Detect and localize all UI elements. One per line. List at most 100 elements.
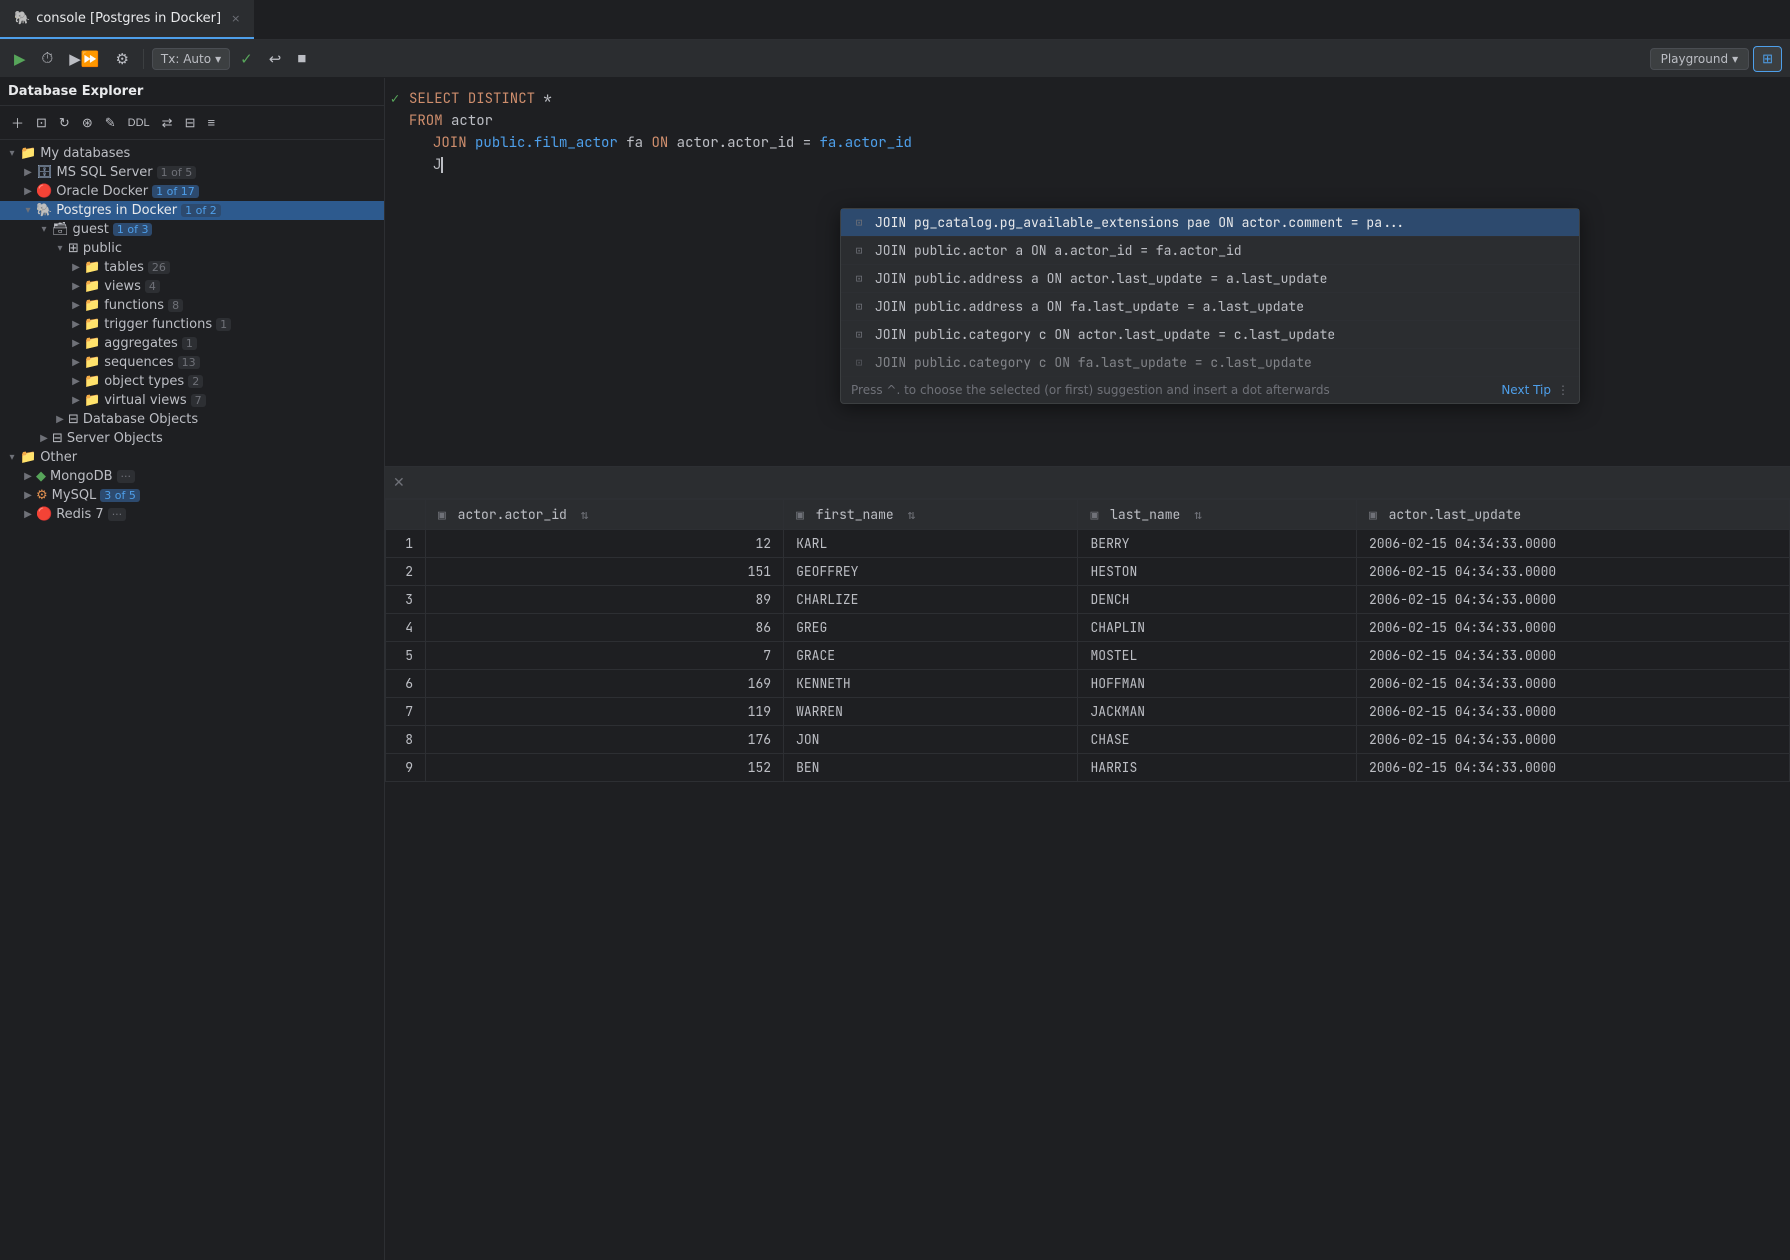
settings-button[interactable]: ⚙ <box>109 46 134 72</box>
next-tip-button[interactable]: Next Tip <box>1501 383 1551 397</box>
views-node[interactable]: ▶ 📁 views 4 <box>0 277 384 296</box>
autocomplete-footer: Press ^. to choose the selected (or firs… <box>841 377 1579 403</box>
table-view-button[interactable]: ⊞ <box>1753 46 1782 72</box>
table-row[interactable]: 6 169 KENNETH HOFFMAN 2006-02-15 04:34:3… <box>386 670 1790 698</box>
table-row[interactable]: 3 89 CHARLIZE DENCH 2006-02-15 04:34:33.… <box>386 586 1790 614</box>
cell-last-update: 2006-02-15 04:34:33.0000 <box>1356 642 1789 670</box>
postgres-node[interactable]: ▾ 🐘 Postgres in Docker 1 of 2 <box>0 201 384 220</box>
database-objects-node[interactable]: ▶ ⊟ Database Objects <box>0 410 384 429</box>
history-button[interactable]: ⏱ <box>36 46 60 71</box>
add-connection-button[interactable]: ＋ <box>6 110 29 135</box>
tables-node[interactable]: ▶ 📁 tables 26 <box>0 258 384 277</box>
close-results-button[interactable]: ✕ <box>393 474 405 491</box>
cell-last-name: HARRIS <box>1078 754 1356 782</box>
tree: ▾ 📁 My databases ▶ 🗄 MS SQL Server 1 of … <box>0 140 384 524</box>
autocomplete-item-2[interactable]: ⊡ JOIN public.address a ON actor.last_up… <box>841 265 1579 293</box>
guest-icon: 🗃 <box>52 222 69 237</box>
run-button[interactable]: ▶ <box>8 46 32 72</box>
ac-text-0: JOIN pg_catalog.pg_available_extensions … <box>875 214 1405 231</box>
console-tab[interactable]: 🐘 console [Postgres in Docker] × <box>0 0 254 39</box>
ac-text-2: JOIN public.address a ON actor.last_upda… <box>875 270 1327 287</box>
object-types-icon: 📁 <box>84 374 100 389</box>
ddl-button[interactable]: DDL <box>123 114 155 132</box>
public-node[interactable]: ▾ ⊞ public <box>0 239 384 258</box>
table-row[interactable]: 9 152 BEN HARRIS 2006-02-15 04:34:33.000… <box>386 754 1790 782</box>
tab-close-button[interactable]: × <box>231 12 240 25</box>
add-schema-button[interactable]: ⊡ <box>31 112 52 134</box>
col-header-last-update[interactable]: ▣ actor.last_update <box>1356 500 1789 530</box>
trigger-functions-node[interactable]: ▶ 📁 trigger functions 1 <box>0 315 384 334</box>
table-row[interactable]: 1 12 KARL BERRY 2006-02-15 04:34:33.0000 <box>386 530 1790 558</box>
col-sort-last-name[interactable]: ⇅ <box>1194 506 1202 523</box>
sync-button[interactable]: ⊛ <box>77 112 98 134</box>
autocomplete-item-5[interactable]: ⊡ JOIN public.category c ON fa.last_upda… <box>841 349 1579 377</box>
table-row[interactable]: 2 151 GEOFFREY HESTON 2006-02-15 04:34:3… <box>386 558 1790 586</box>
mongo-node[interactable]: ▶ ◆ MongoDB ··· <box>0 467 384 486</box>
cell-actor-id: 176 <box>426 726 784 754</box>
autocomplete-item-0[interactable]: ⊡ JOIN pg_catalog.pg_available_extension… <box>841 209 1579 237</box>
edit-button[interactable]: ✎ <box>100 112 121 134</box>
other-label: Other <box>40 450 77 465</box>
mssql-node[interactable]: ▶ 🗄 MS SQL Server 1 of 5 <box>0 163 384 182</box>
table-row[interactable]: 8 176 JON CHASE 2006-02-15 04:34:33.0000 <box>386 726 1790 754</box>
redis-arrow: ▶ <box>20 509 36 520</box>
cell-last-name: HESTON <box>1078 558 1356 586</box>
row-num: 4 <box>386 614 426 642</box>
mysql-node[interactable]: ▶ ⚙ MySQL 3 of 5 <box>0 486 384 505</box>
autocomplete-item-4[interactable]: ⊡ JOIN public.category c ON actor.last_u… <box>841 321 1579 349</box>
object-types-node[interactable]: ▶ 📁 object types 2 <box>0 372 384 391</box>
database-objects-icon: ⊟ <box>68 412 79 427</box>
other-node[interactable]: ▾ 📁 Other <box>0 448 384 467</box>
aggregates-node[interactable]: ▶ 📁 aggregates 1 <box>0 334 384 353</box>
oracle-node[interactable]: ▶ 🔴 Oracle Docker 1 of 17 <box>0 182 384 201</box>
guest-node[interactable]: ▾ 🗃 guest 1 of 3 <box>0 220 384 239</box>
virtual-views-node[interactable]: ▶ 📁 virtual views 7 <box>0 391 384 410</box>
undo-button[interactable]: ↩ <box>263 46 288 72</box>
table-row[interactable]: 5 7 GRACE MOSTEL 2006-02-15 04:34:33.000… <box>386 642 1790 670</box>
aggregates-label: aggregates <box>104 336 178 351</box>
results-table-wrap[interactable]: ▣ actor.actor_id ⇅ ▣ first_name ⇅ ▣ <box>385 499 1790 1260</box>
col-header-last-name[interactable]: ▣ last_name ⇅ <box>1078 500 1356 530</box>
other-folder-icon: 📁 <box>20 450 36 465</box>
stop-button[interactable]: ■ <box>291 46 312 71</box>
commit-button[interactable]: ✓ <box>234 46 259 72</box>
sequences-node[interactable]: ▶ 📁 sequences 13 <box>0 353 384 372</box>
trigger-functions-count: 1 <box>216 318 231 331</box>
sequences-arrow: ▶ <box>68 357 84 368</box>
cell-last-name: CHAPLIN <box>1078 614 1356 642</box>
cell-last-name: HOFFMAN <box>1078 670 1356 698</box>
autocomplete-item-1[interactable]: ⊡ JOIN public.actor a ON a.actor_id = fa… <box>841 237 1579 265</box>
cell-actor-id: 152 <box>426 754 784 782</box>
server-objects-arrow: ▶ <box>36 433 52 444</box>
col-header-first-name[interactable]: ▣ first_name ⇅ <box>784 500 1078 530</box>
tables-icon: 📁 <box>84 260 100 275</box>
table-row[interactable]: 4 86 GREG CHAPLIN 2006-02-15 04:34:33.00… <box>386 614 1790 642</box>
playground-arrow: ▾ <box>1732 52 1738 66</box>
more-options-icon[interactable]: ⋮ <box>1557 383 1569 397</box>
other-arrow: ▾ <box>4 452 20 463</box>
autocomplete-item-3[interactable]: ⊡ JOIN public.address a ON fa.last_updat… <box>841 293 1579 321</box>
console-btn[interactable]: ⊟ <box>180 112 201 134</box>
col-sort-actor-id[interactable]: ⇅ <box>581 506 589 523</box>
arrow-button[interactable]: ⇄ <box>157 112 178 134</box>
my-databases-node[interactable]: ▾ 📁 My databases <box>0 144 384 163</box>
refresh-button[interactable]: ↻ <box>54 112 75 134</box>
row-num: 1 <box>386 530 426 558</box>
col-header-actor-id[interactable]: ▣ actor.actor_id ⇅ <box>426 500 784 530</box>
trigger-functions-label: trigger functions <box>104 317 212 332</box>
redis-node[interactable]: ▶ 🔴 Redis 7 ··· <box>0 505 384 524</box>
autocomplete-popup: ⊡ JOIN pg_catalog.pg_available_extension… <box>840 208 1580 404</box>
playground-dropdown[interactable]: Playground ▾ <box>1650 48 1750 70</box>
tx-dropdown[interactable]: Tx: Auto ▾ <box>152 48 230 70</box>
filter-button[interactable]: ≡ <box>202 112 220 133</box>
server-objects-node[interactable]: ▶ ⊟ Server Objects <box>0 429 384 448</box>
col-sort-first-name[interactable]: ⇅ <box>908 506 916 523</box>
sql-editor[interactable]: ✓ SELECT DISTINCT * FROM actor JOIN publ… <box>385 78 1790 186</box>
functions-node[interactable]: ▶ 📁 functions 8 <box>0 296 384 315</box>
virtual-views-label: virtual views <box>104 393 186 408</box>
trigger-functions-arrow: ▶ <box>68 319 84 330</box>
run-all-button[interactable]: ▶⏩ <box>63 46 105 72</box>
cell-first-name: KARL <box>784 530 1078 558</box>
row-num: 7 <box>386 698 426 726</box>
table-row[interactable]: 7 119 WARREN JACKMAN 2006-02-15 04:34:33… <box>386 698 1790 726</box>
